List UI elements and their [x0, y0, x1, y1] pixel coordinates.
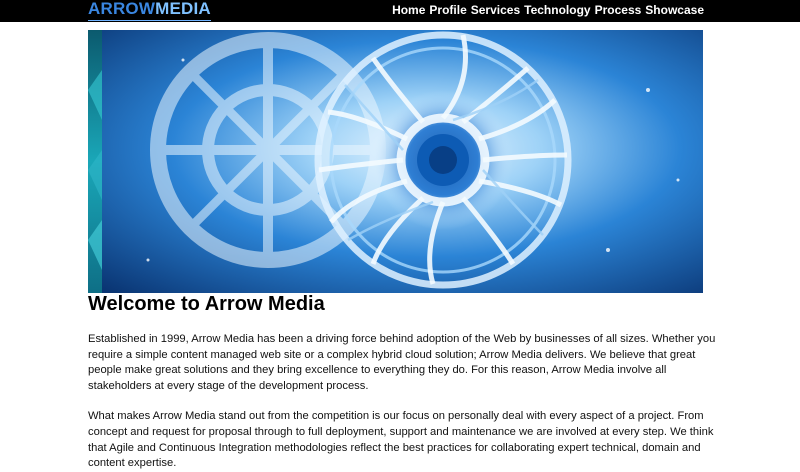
nav-home[interactable]: Home: [392, 3, 425, 17]
nav-services[interactable]: Services: [471, 3, 520, 17]
nav-process[interactable]: Process: [595, 3, 642, 17]
top-navigation-bar: ARROWMEDIA Home Profile Services Technol…: [0, 0, 800, 22]
crystal-wheel-illustration: [88, 30, 703, 293]
hero-image: [88, 30, 703, 293]
nav-technology[interactable]: Technology: [524, 3, 590, 17]
arrow-media-logo[interactable]: ARROWMEDIA: [88, 0, 211, 21]
intro-paragraph: Established in 1999, Arrow Media has bee…: [88, 333, 716, 392]
second-paragraph: What makes Arrow Media stand out from th…: [88, 410, 714, 470]
main-content: Welcome to Arrow Media Established in 19…: [88, 292, 718, 472]
page-title: Welcome to Arrow Media: [88, 293, 325, 315]
logo-part-arrow: ARROW: [88, 0, 156, 18]
nav-showcase[interactable]: Showcase: [645, 3, 704, 17]
main-nav: Home Profile Services Technology Process…: [392, 3, 704, 17]
logo-part-media: MEDIA: [155, 0, 211, 18]
nav-profile[interactable]: Profile: [429, 3, 466, 17]
